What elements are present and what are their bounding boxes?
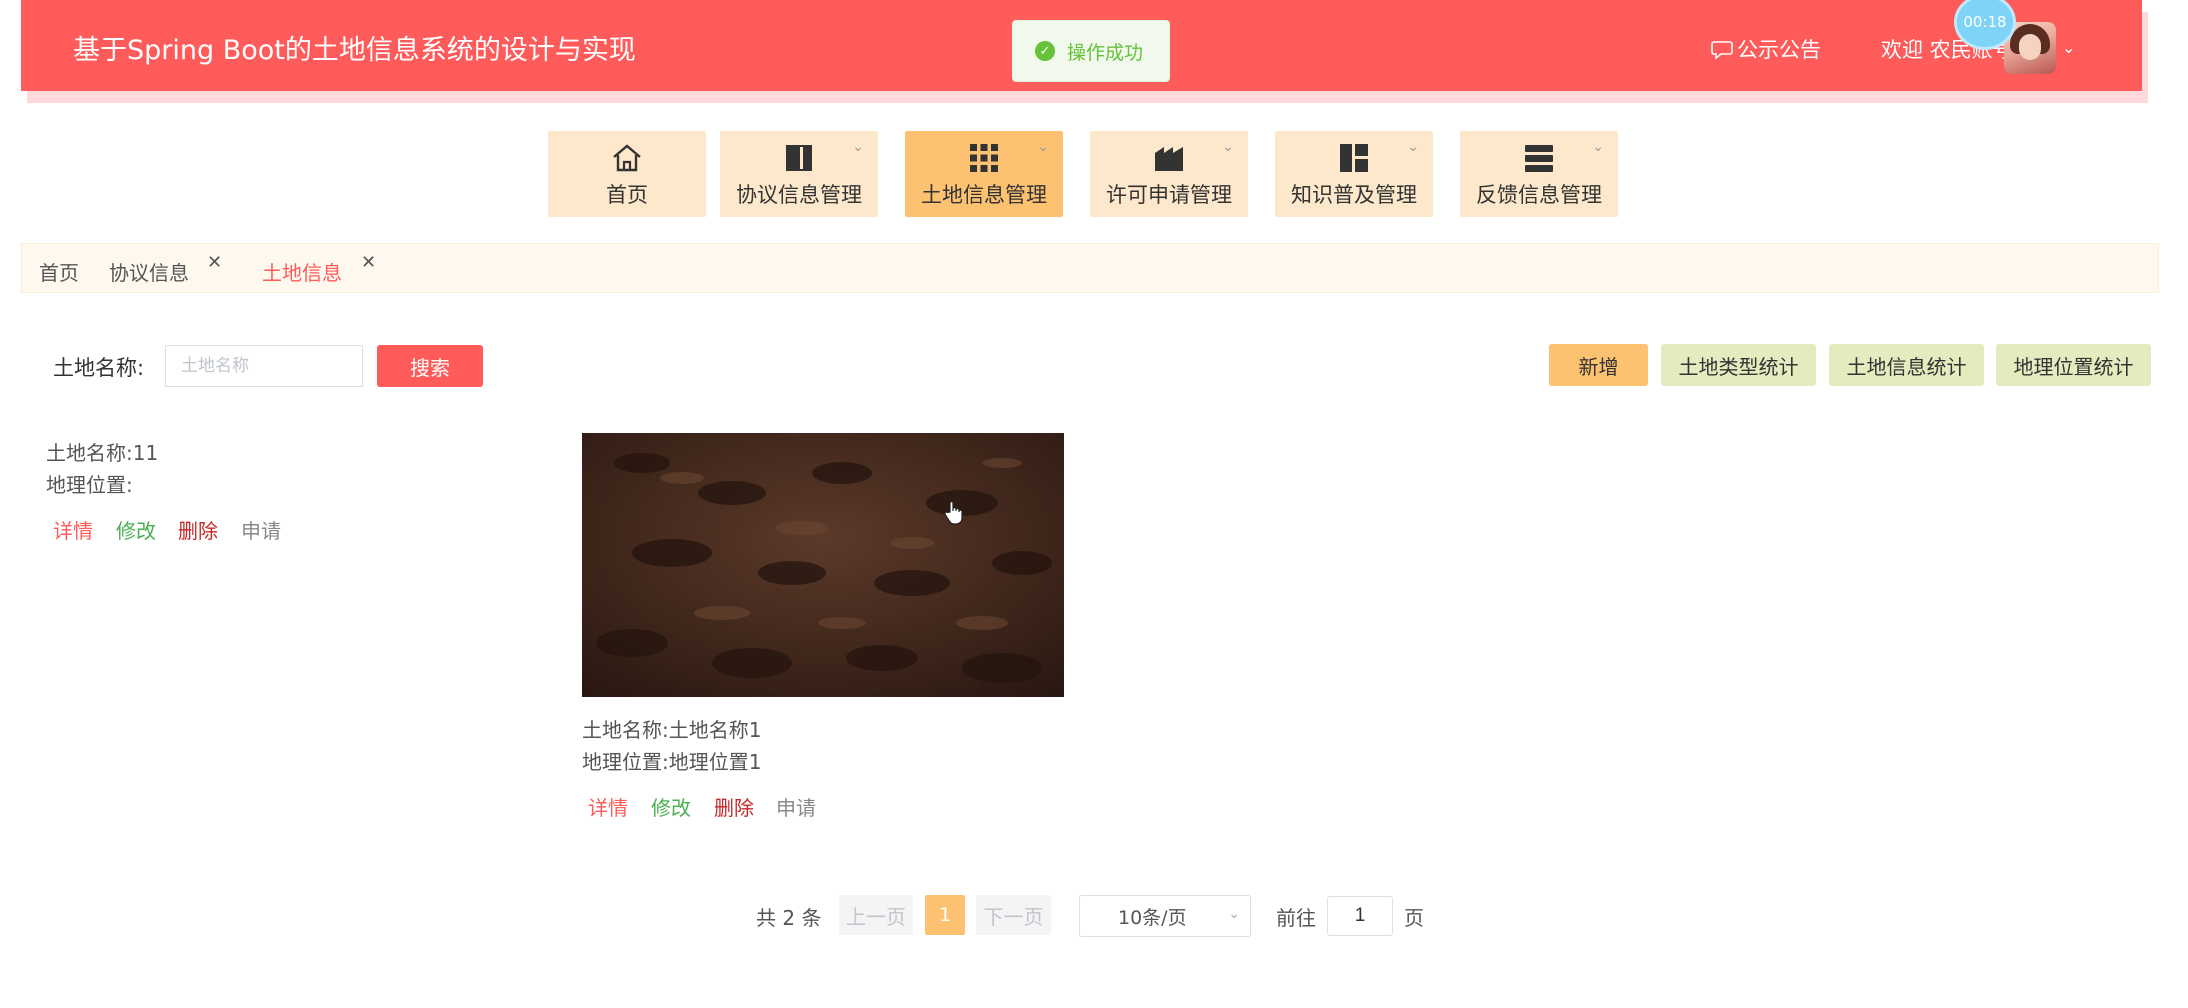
page-size-select[interactable]: 10条/页 ⌄ bbox=[1079, 895, 1251, 937]
land-image[interactable] bbox=[582, 433, 1064, 697]
check-circle-icon: ✓ bbox=[1035, 41, 1055, 61]
prev-page-button[interactable]: 上一页 bbox=[839, 895, 913, 935]
chevron-down-icon: ⌄ bbox=[852, 139, 864, 155]
card-name-row: 土地名称:11 bbox=[46, 441, 159, 465]
factory-icon bbox=[1155, 147, 1183, 171]
nav-label: 首页 bbox=[606, 183, 648, 207]
next-page-button[interactable]: 下一页 bbox=[976, 895, 1051, 935]
nav-label: 协议信息管理 bbox=[736, 183, 862, 207]
nav-item-land[interactable]: 土地信息管理 ⌄ bbox=[905, 131, 1063, 217]
edit-link[interactable]: 修改 bbox=[651, 792, 691, 821]
goto-label: 前往 bbox=[1276, 906, 1316, 930]
delete-link[interactable]: 删除 bbox=[178, 515, 218, 544]
home-icon bbox=[613, 144, 641, 172]
edit-link[interactable]: 修改 bbox=[116, 515, 156, 544]
nav-item-agreement[interactable]: 协议信息管理 ⌄ bbox=[720, 131, 878, 217]
pagination-total: 共 2 条 bbox=[756, 906, 822, 930]
close-icon[interactable]: ✕ bbox=[361, 252, 376, 273]
nav-item-home[interactable]: 首页 bbox=[548, 131, 706, 217]
layout-icon bbox=[1340, 144, 1368, 172]
nav-item-feedback[interactable]: 反馈信息管理 ⌄ bbox=[1460, 131, 1618, 217]
nav-item-knowledge[interactable]: 知识普及管理 ⌄ bbox=[1275, 131, 1433, 217]
card-name-row: 土地名称:土地名称1 bbox=[582, 718, 762, 742]
chevron-down-icon: ⌄ bbox=[1037, 139, 1049, 155]
page-unit-label: 页 bbox=[1404, 906, 1424, 930]
close-icon[interactable]: ✕ bbox=[207, 252, 222, 273]
chevron-down-icon: ⌄ bbox=[1407, 139, 1419, 155]
nav-label: 知识普及管理 bbox=[1291, 183, 1417, 207]
tab-strip: 首页 协议信息 ✕ 土地信息 ✕ bbox=[21, 243, 2159, 293]
nav-label: 许可申请管理 bbox=[1106, 183, 1232, 207]
announcement-link[interactable]: 公示公告 bbox=[1711, 34, 1821, 64]
grid-icon bbox=[970, 144, 998, 172]
book-icon bbox=[786, 145, 812, 171]
nav-label: 土地信息管理 bbox=[921, 183, 1047, 207]
detail-link[interactable]: 详情 bbox=[53, 515, 93, 544]
tab-land[interactable]: 土地信息 bbox=[262, 257, 342, 286]
page-size-value: 10条/页 bbox=[1118, 906, 1187, 929]
card-location-row: 地理位置:地理位置1 bbox=[582, 750, 762, 774]
chevron-down-icon[interactable]: ⌄ bbox=[2062, 38, 2075, 57]
system-title: 基于Spring Boot的土地信息系统的设计与实现 bbox=[73, 35, 636, 66]
nav-label: 反馈信息管理 bbox=[1476, 183, 1602, 207]
location-stat-button[interactable]: 地理位置统计 bbox=[1996, 344, 2151, 386]
detail-link[interactable]: 详情 bbox=[588, 792, 628, 821]
chevron-down-icon: ⌄ bbox=[1592, 139, 1604, 155]
list-icon bbox=[1525, 145, 1553, 172]
apply-link[interactable]: 申请 bbox=[776, 792, 816, 821]
hand-cursor-icon bbox=[944, 500, 963, 525]
land-info-stat-button[interactable]: 土地信息统计 bbox=[1829, 344, 1984, 386]
chat-bubble-icon bbox=[1711, 41, 1733, 60]
goto-page-input[interactable] bbox=[1327, 896, 1393, 936]
search-label: 土地名称: bbox=[53, 356, 145, 380]
chevron-down-icon: ⌄ bbox=[1222, 139, 1234, 155]
land-type-stat-button[interactable]: 土地类型统计 bbox=[1661, 344, 1816, 386]
apply-link[interactable]: 申请 bbox=[241, 515, 281, 544]
land-name-search-input[interactable] bbox=[165, 345, 363, 387]
search-button[interactable]: 搜索 bbox=[377, 345, 483, 387]
add-button[interactable]: 新增 bbox=[1549, 344, 1648, 386]
success-toast: ✓ 操作成功 bbox=[1012, 20, 1170, 82]
nav-item-permit[interactable]: 许可申请管理 ⌄ bbox=[1090, 131, 1248, 217]
announcement-label: 公示公告 bbox=[1737, 38, 1821, 62]
card-location-row: 地理位置: bbox=[46, 473, 133, 497]
toast-message: 操作成功 bbox=[1067, 41, 1144, 64]
tab-home[interactable]: 首页 bbox=[39, 257, 79, 286]
delete-link[interactable]: 删除 bbox=[714, 792, 754, 821]
page-number-current[interactable]: 1 bbox=[925, 895, 965, 935]
tab-agreement[interactable]: 协议信息 bbox=[109, 257, 189, 286]
chevron-down-icon: ⌄ bbox=[1228, 906, 1240, 922]
